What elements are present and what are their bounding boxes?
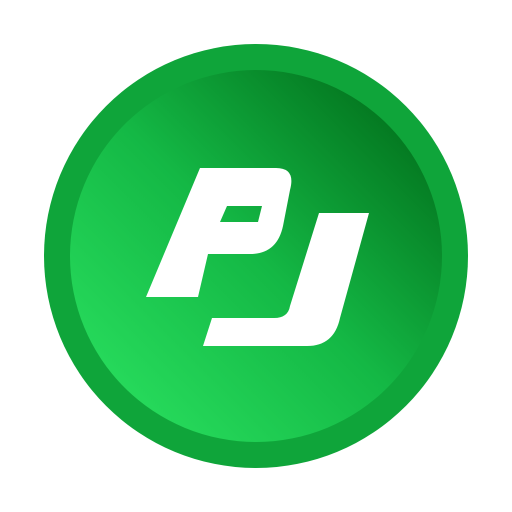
logo-face [70,70,442,442]
pj-logo-graphic [44,44,468,468]
pj-logo-icon [0,0,512,512]
